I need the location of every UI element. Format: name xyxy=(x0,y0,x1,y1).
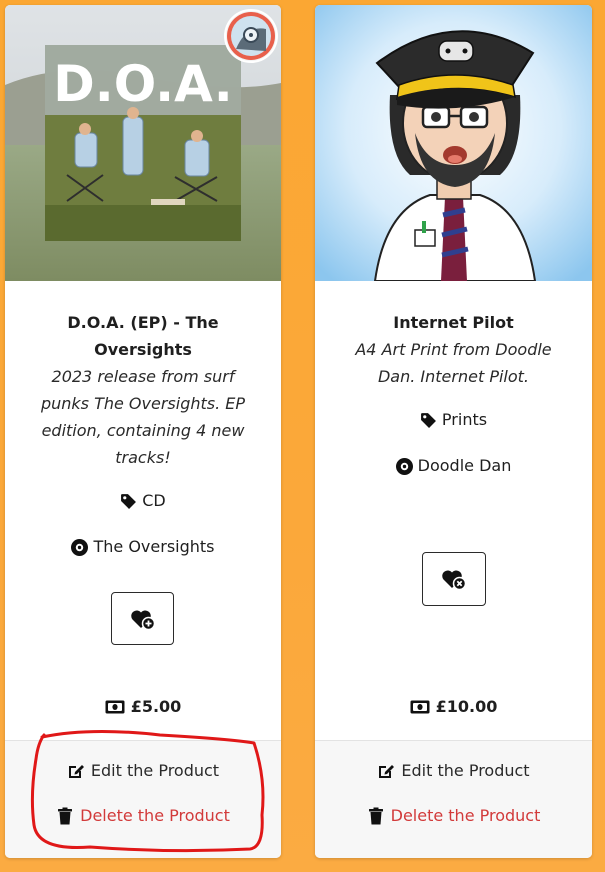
avatar-icon xyxy=(227,12,275,60)
money-bill-icon xyxy=(410,700,430,713)
delete-product-link[interactable]: Delete the Product xyxy=(5,806,281,825)
product-artist[interactable]: The Oversights xyxy=(5,536,281,558)
edit-product-link[interactable]: Edit the Product xyxy=(315,761,592,780)
product-artist[interactable]: Doodle Dan xyxy=(315,455,592,477)
record-icon xyxy=(71,538,89,556)
trash-icon xyxy=(58,807,73,824)
edit-icon xyxy=(379,764,395,778)
product-image[interactable]: D.O.A. xyxy=(5,5,281,281)
price-label: £10.00 xyxy=(435,697,498,716)
tag-icon xyxy=(420,412,436,428)
trash-icon xyxy=(368,807,383,824)
edit-icon xyxy=(68,764,84,778)
heart-remove-icon xyxy=(442,570,467,591)
product-card: D.O.A. D.O.A. (EP) - The Oversights 2023… xyxy=(5,5,281,858)
artist-label: The Oversights xyxy=(93,537,215,556)
delete-label: Delete the Product xyxy=(390,806,541,825)
record-icon xyxy=(395,457,413,475)
product-card: Internet Pilot A4 Art Print from Doodle … xyxy=(315,5,592,858)
money-bill-icon xyxy=(105,700,125,713)
remove-from-wishlist-button[interactable] xyxy=(422,552,486,606)
product-title[interactable]: D.O.A. (EP) - The Oversights xyxy=(25,309,261,363)
product-admin-actions: Edit the Product Delete the Product xyxy=(315,740,592,858)
product-details: D.O.A. (EP) - The Oversights 2023 releas… xyxy=(5,281,281,741)
product-title[interactable]: Internet Pilot xyxy=(335,309,572,336)
product-image[interactable] xyxy=(315,5,592,281)
product-category[interactable]: Prints xyxy=(315,409,592,431)
add-to-wishlist-button[interactable] xyxy=(111,592,174,645)
price-label: £5.00 xyxy=(130,697,182,716)
product-category[interactable]: CD xyxy=(5,490,281,512)
album-title-art: D.O.A. xyxy=(53,55,233,113)
edit-label: Edit the Product xyxy=(401,761,530,780)
edit-label: Edit the Product xyxy=(90,761,220,780)
seller-avatar[interactable] xyxy=(226,11,276,61)
delete-product-link[interactable]: Delete the Product xyxy=(315,806,592,825)
tag-icon xyxy=(121,493,137,509)
artist-label: Doodle Dan xyxy=(417,456,512,475)
category-label: Prints xyxy=(441,410,488,429)
category-label: CD xyxy=(142,491,166,510)
product-details: Internet Pilot A4 Art Print from Doodle … xyxy=(315,281,592,741)
internet-pilot-art-image xyxy=(315,5,592,281)
product-price: £5.00 xyxy=(5,697,281,716)
product-description: A4 Art Print from Doodle Dan. Internet P… xyxy=(355,340,552,386)
heart-plus-icon xyxy=(130,609,155,630)
product-description: 2023 release from surf punks The Oversig… xyxy=(40,367,246,467)
delete-label: Delete the Product xyxy=(80,806,230,825)
edit-product-link[interactable]: Edit the Product xyxy=(5,761,281,780)
product-admin-actions: Edit the Product Delete the Product xyxy=(5,740,281,858)
product-price: £10.00 xyxy=(315,697,592,716)
